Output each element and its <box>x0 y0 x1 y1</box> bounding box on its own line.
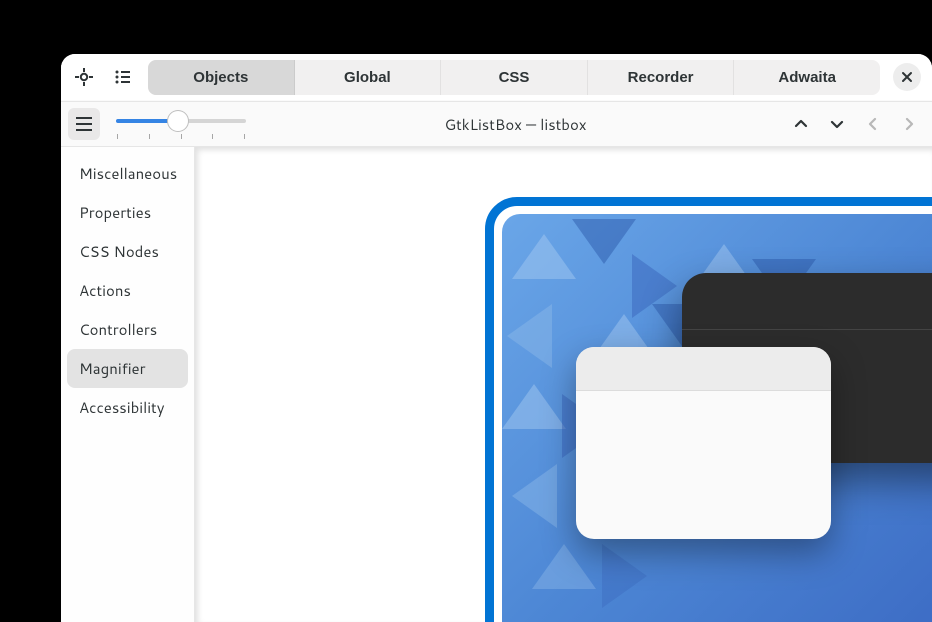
main-tab-switcher: Objects Global CSS Recorder Adwaita <box>148 60 880 95</box>
go-forward-button[interactable] <box>893 108 925 140</box>
hamburger-icon <box>76 117 92 131</box>
chevron-left-icon <box>865 116 881 132</box>
tab-css[interactable]: CSS <box>441 60 588 95</box>
content-area: Miscellaneous Properties CSS Nodes Actio… <box>61 147 932 622</box>
sidebar-item-css-nodes[interactable]: CSS Nodes <box>67 232 188 271</box>
tab-adwaita[interactable]: Adwaita <box>734 60 880 95</box>
tab-objects[interactable]: Objects <box>148 60 295 95</box>
property-sidebar: Miscellaneous Properties CSS Nodes Actio… <box>61 147 195 622</box>
object-title: GtkListBox — listbox <box>252 114 779 135</box>
close-icon <box>901 71 913 83</box>
nav-buttons <box>785 108 925 140</box>
chevron-down-icon <box>829 116 845 132</box>
target-picker-button[interactable] <box>68 61 100 93</box>
magnified-light-window <box>576 347 831 539</box>
go-down-button[interactable] <box>821 108 853 140</box>
sidebar-item-magnifier[interactable]: Magnifier <box>67 349 188 388</box>
magnifier-viewport[interactable] <box>195 147 932 622</box>
sidebar-item-properties[interactable]: Properties <box>67 193 188 232</box>
slider-ticks <box>116 134 246 139</box>
go-up-button[interactable] <box>785 108 817 140</box>
slider-thumb[interactable] <box>167 110 189 132</box>
tab-global[interactable]: Global <box>295 60 442 95</box>
sidebar-item-miscellaneous[interactable]: Miscellaneous <box>67 154 188 193</box>
sidebar-toggle-button[interactable] <box>68 108 100 140</box>
zoom-slider[interactable] <box>116 108 246 140</box>
list-tree-icon <box>114 68 132 86</box>
close-button[interactable] <box>893 63 921 91</box>
sidebar-item-accessibility[interactable]: Accessibility <box>67 388 188 427</box>
sidebar-item-actions[interactable]: Actions <box>67 271 188 310</box>
tab-recorder[interactable]: Recorder <box>588 60 735 95</box>
tree-list-toggle-button[interactable] <box>107 61 139 93</box>
header-bar: Objects Global CSS Recorder Adwaita <box>61 54 932 101</box>
crosshair-icon <box>75 68 93 86</box>
object-toolbar: GtkListBox — listbox <box>61 101 932 147</box>
inspector-window: Objects Global CSS Recorder Adwaita GtkL… <box>61 54 932 622</box>
chevron-up-icon <box>793 116 809 132</box>
sidebar-item-controllers[interactable]: Controllers <box>67 310 188 349</box>
chevron-right-icon <box>901 116 917 132</box>
go-back-button[interactable] <box>857 108 889 140</box>
